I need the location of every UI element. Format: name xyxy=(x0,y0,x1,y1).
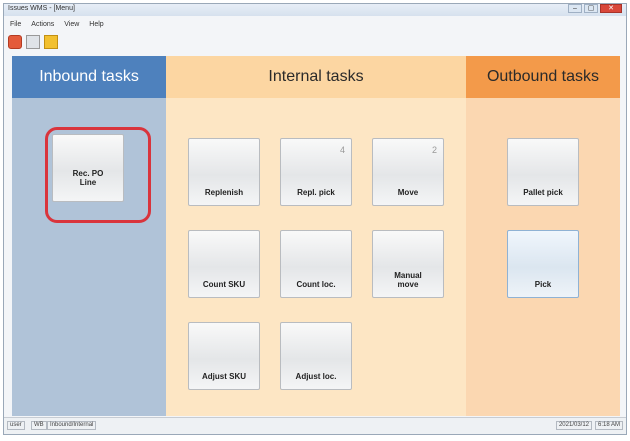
status-bar: user WB Inbound/Internal 2021/03/12 6:18… xyxy=(4,417,626,434)
internal-header: Internal tasks xyxy=(166,56,466,98)
tile-label: Move xyxy=(397,188,419,197)
adjust-sku-tile[interactable]: Adjust SKU xyxy=(188,322,260,390)
document-icon[interactable] xyxy=(26,35,40,49)
tile-label: Replenish xyxy=(204,188,244,197)
inbound-column: Inbound tasks Rec. PO Line xyxy=(12,56,166,416)
task-count: 2 xyxy=(431,145,437,155)
move-tile[interactable]: 2 Move xyxy=(372,138,444,206)
menu-actions[interactable]: Actions xyxy=(31,21,54,28)
status-warehouse: WB xyxy=(31,421,47,430)
tile-label: Manual move xyxy=(394,271,422,289)
tile-label: Adjust loc. xyxy=(295,372,337,381)
tile-label: Count SKU xyxy=(202,280,246,289)
status-time: 6:18 AM xyxy=(594,421,623,430)
menu-bar: File Actions View Help xyxy=(4,17,626,31)
status-user: user xyxy=(7,421,25,430)
window-controls: – ▢ ✕ xyxy=(568,4,622,13)
menu-help[interactable]: Help xyxy=(89,21,103,28)
highlight-ring xyxy=(45,127,151,223)
minimize-button[interactable]: – xyxy=(568,4,582,13)
count-loc-tile[interactable]: Count loc. xyxy=(280,230,352,298)
pick-tile[interactable]: Pick xyxy=(507,230,579,298)
outbound-column: Outbound tasks Pallet pick Pick xyxy=(466,56,620,416)
folder-icon[interactable] xyxy=(44,35,58,49)
app-window: Issues WMS - [Menu] – ▢ ✕ File Actions V… xyxy=(3,3,627,435)
title-bar: Issues WMS - [Menu] – ▢ ✕ xyxy=(4,4,626,16)
count-sku-tile[interactable]: Count SKU xyxy=(188,230,260,298)
maximize-button[interactable]: ▢ xyxy=(584,4,598,13)
task-count: 4 xyxy=(339,145,345,155)
internal-column: Internal tasks Replenish 4 Repl. pick 2 … xyxy=(166,56,466,416)
menu-file[interactable]: File xyxy=(10,21,21,28)
window-title: Issues WMS - [Menu] xyxy=(8,5,75,12)
stop-icon[interactable] xyxy=(8,35,22,49)
menu-view[interactable]: View xyxy=(64,21,79,28)
task-menu: Inbound tasks Rec. PO Line Internal task… xyxy=(12,56,620,416)
status-mode: Inbound/Internal xyxy=(47,421,97,430)
adjust-loc-tile[interactable]: Adjust loc. xyxy=(280,322,352,390)
outbound-header: Outbound tasks xyxy=(466,56,620,98)
close-button[interactable]: ✕ xyxy=(600,4,622,13)
repl-pick-tile[interactable]: 4 Repl. pick xyxy=(280,138,352,206)
tile-label: Count loc. xyxy=(296,280,336,289)
toolbar xyxy=(8,32,58,52)
tile-label: Adjust SKU xyxy=(202,372,246,381)
tile-label: Repl. pick xyxy=(297,188,335,197)
pallet-pick-tile[interactable]: Pallet pick xyxy=(507,138,579,206)
status-date: 2021/03/12 xyxy=(555,421,592,430)
inbound-header: Inbound tasks xyxy=(12,56,166,98)
manual-move-tile[interactable]: Manual move xyxy=(372,230,444,298)
tile-label: Pick xyxy=(534,280,552,289)
tile-label: Pallet pick xyxy=(523,188,563,197)
replenish-tile[interactable]: Replenish xyxy=(188,138,260,206)
